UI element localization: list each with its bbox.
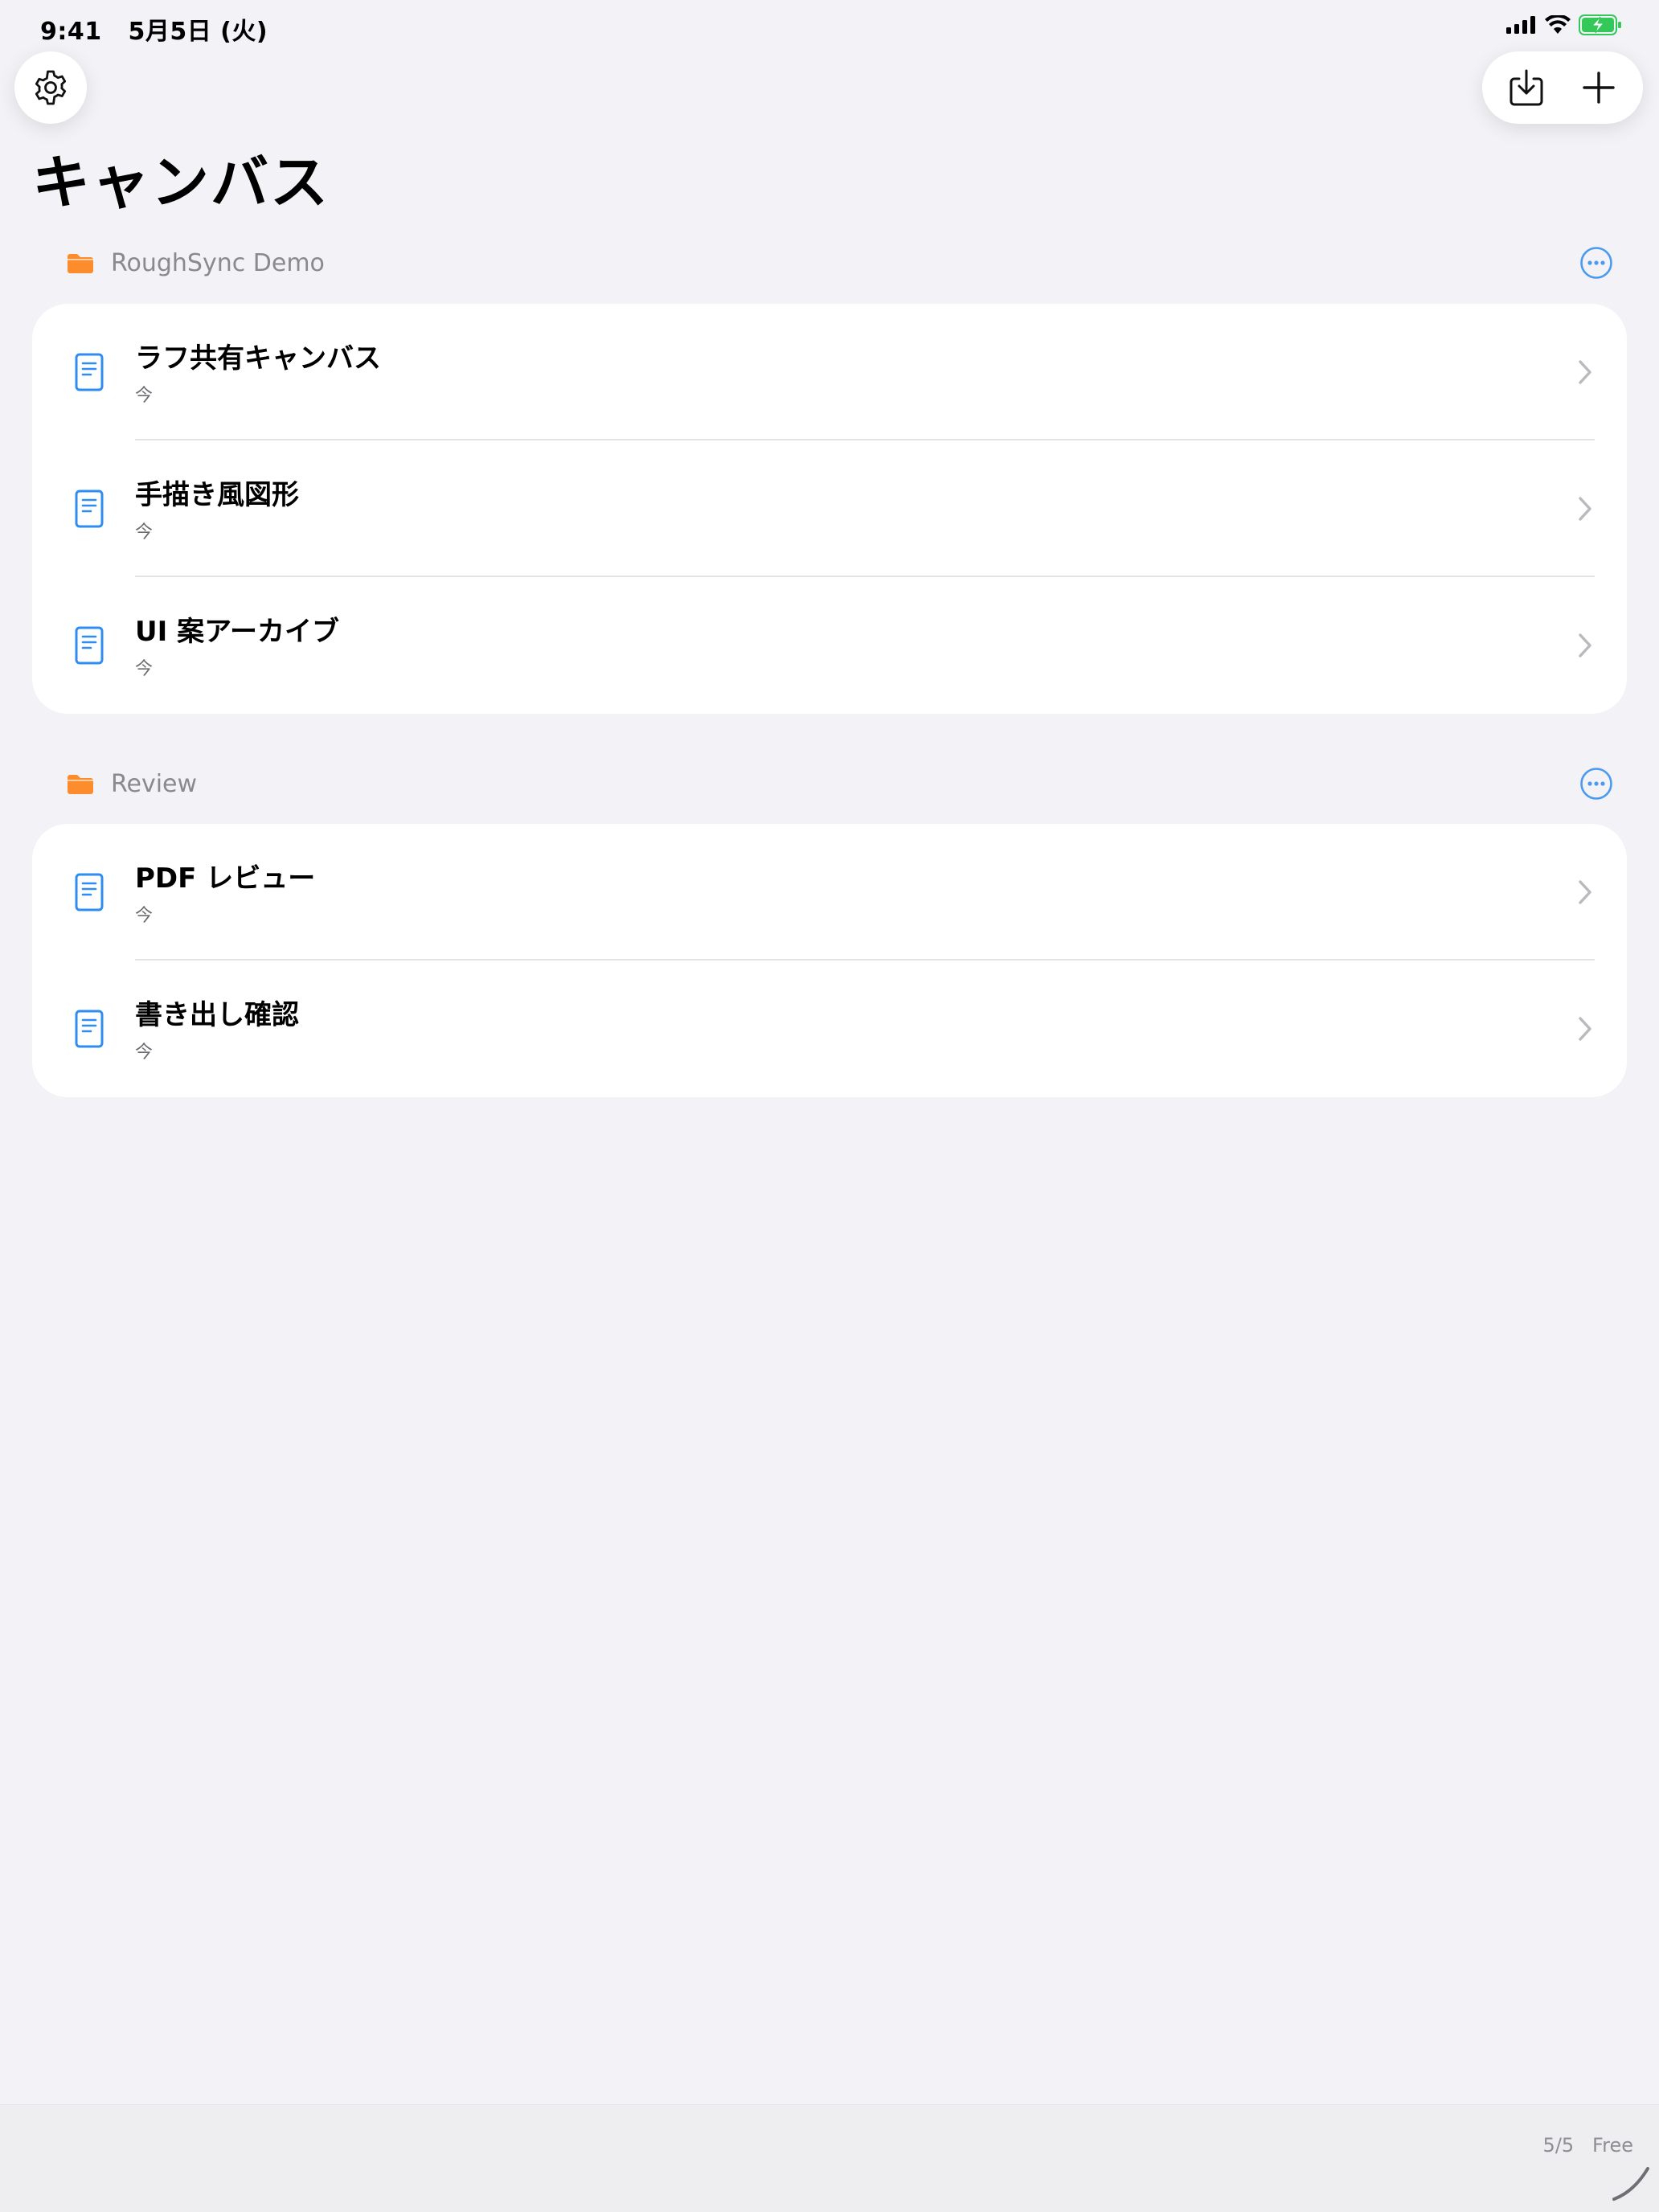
folder-icon: [68, 254, 93, 273]
canvas-row[interactable]: ラフ共有キャンバス 今: [32, 304, 1627, 440]
document-icon: [75, 626, 104, 665]
pencil-stroke-icon: [1612, 2167, 1649, 2201]
plan-status-label[interactable]: 5/5 Free: [1543, 2134, 1633, 2157]
status-bar: 9:41 5月5日 (火): [0, 0, 1659, 51]
add-canvas-button[interactable]: [1567, 55, 1631, 120]
canvas-updated: 今: [135, 906, 154, 926]
battery-charging-icon: [1579, 14, 1621, 35]
wifi-icon: [1545, 15, 1571, 34]
top-actions-group: [1482, 51, 1643, 124]
canvas-updated: 今: [135, 659, 154, 679]
tray-download-icon: [1509, 69, 1543, 106]
ellipsis-circle-icon[interactable]: [1579, 766, 1614, 801]
chevron-right-icon: [1579, 1017, 1591, 1041]
bottom-bar: 5/5 Free: [0, 2104, 1659, 2212]
canvas-title: PDF レビュー: [135, 862, 316, 895]
folder-name: Review: [111, 769, 198, 798]
canvas-row[interactable]: 手描き風図形 今: [32, 440, 1627, 577]
status-indicators: [1506, 14, 1622, 35]
canvas-updated: 今: [135, 386, 154, 406]
settings-button[interactable]: [14, 51, 87, 124]
folder-header-review[interactable]: Review: [32, 756, 1627, 812]
folder-icon: [68, 775, 93, 794]
folder-header-roughsync-demo[interactable]: RoughSync Demo: [32, 235, 1627, 291]
chevron-right-icon: [1579, 360, 1591, 384]
document-icon: [75, 873, 104, 911]
page-title: キャンバス: [32, 149, 330, 216]
chevron-right-icon: [1579, 880, 1591, 904]
canvas-updated: 今: [135, 1043, 154, 1063]
cellular-signal-icon: [1506, 16, 1535, 34]
canvas-list-card: PDF レビュー 今 書き出し確認 今: [32, 824, 1627, 1097]
canvas-row[interactable]: PDF レビュー 今: [32, 824, 1627, 961]
canvas-row[interactable]: 書き出し確認 今: [32, 961, 1627, 1097]
canvas-title: 書き出し確認: [135, 999, 299, 1031]
canvas-title: UI 案アーカイブ: [135, 616, 340, 648]
folder-name: RoughSync Demo: [111, 248, 325, 277]
document-icon: [75, 353, 104, 391]
canvas-updated: 今: [135, 522, 154, 543]
import-button[interactable]: [1494, 55, 1559, 120]
chevron-right-icon: [1579, 497, 1591, 521]
document-icon: [75, 1010, 104, 1048]
canvas-title: 手描き風図形: [135, 479, 299, 511]
chevron-right-icon: [1579, 633, 1591, 657]
status-time: 9:41 5月5日 (火): [40, 11, 268, 47]
canvas-row[interactable]: UI 案アーカイブ 今: [32, 577, 1627, 714]
plus-icon: [1583, 72, 1615, 104]
gear-icon: [35, 70, 67, 105]
document-icon: [75, 490, 104, 528]
ellipsis-circle-icon[interactable]: [1579, 245, 1614, 281]
status-date: 5月5日 (火): [128, 18, 268, 46]
canvas-list-screen: 9:41 5月5日 (火) キャンバス RoughSync Demo ラフ共有キ…: [0, 0, 1659, 2212]
status-clock: 9:41: [40, 18, 102, 46]
canvas-list-card: ラフ共有キャンバス 今 手描き風図形 今 UI 案アーカイブ 今: [32, 304, 1627, 714]
canvas-title: ラフ共有キャンバス: [135, 342, 381, 375]
